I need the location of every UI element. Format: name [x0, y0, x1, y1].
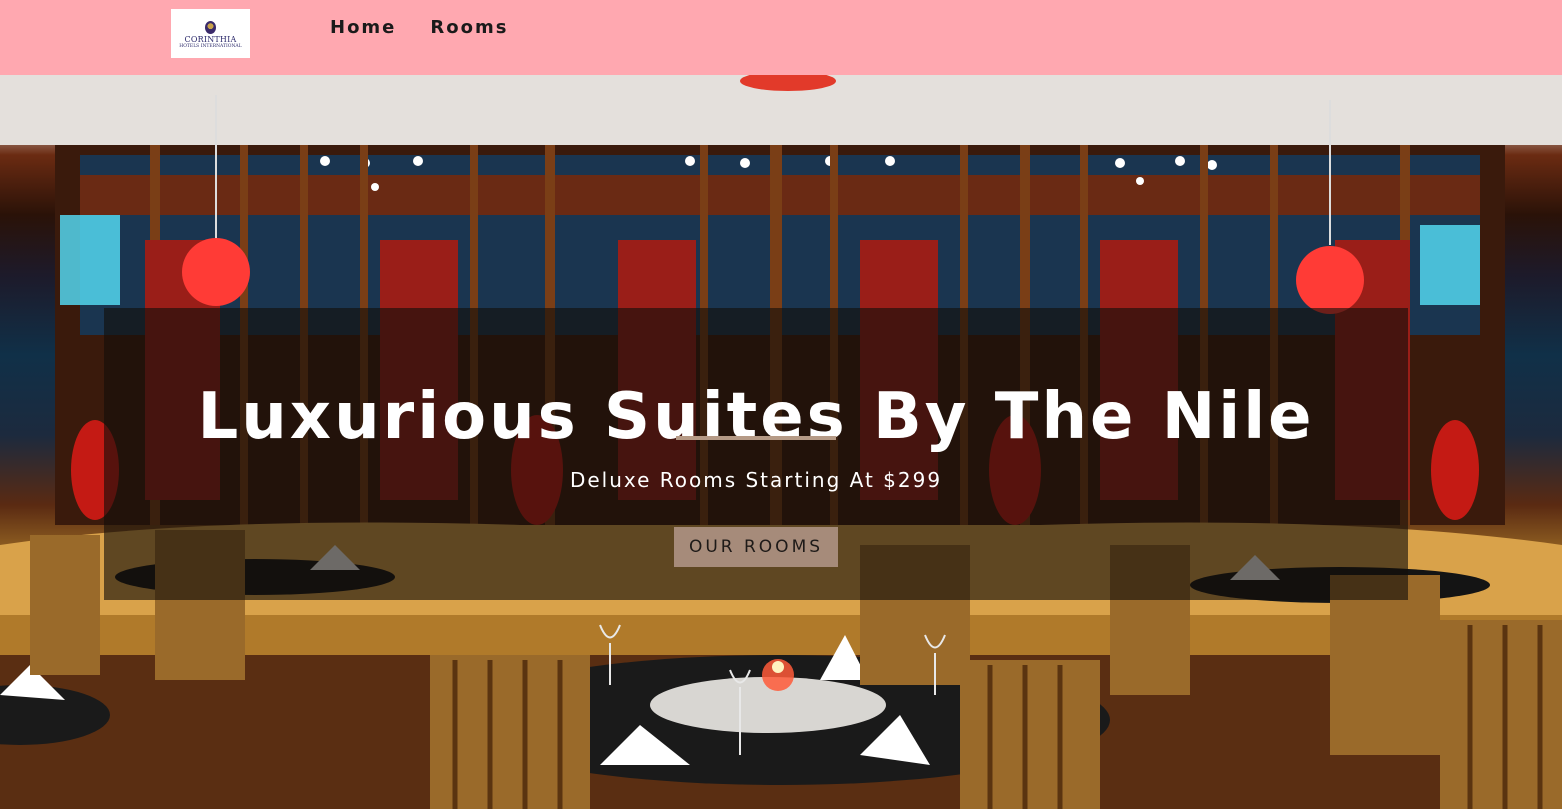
headline-divider [676, 436, 836, 440]
navbar: CORINTHIA HOTELS INTERNATIONAL Home Room… [0, 0, 1562, 75]
our-rooms-button[interactable]: OUR ROOMS [674, 527, 838, 567]
main-nav: Home Rooms [330, 17, 508, 38]
nav-link-home[interactable]: Home [330, 17, 396, 38]
hero-headline: Luxurious Suites By The Nile [197, 379, 1315, 454]
logo-subtitle: HOTELS INTERNATIONAL [179, 44, 242, 50]
corinthia-logo[interactable]: CORINTHIA HOTELS INTERNATIONAL [171, 9, 250, 58]
crest-icon [205, 21, 216, 35]
nav-link-rooms[interactable]: Rooms [430, 17, 508, 38]
hero-subheadline: Deluxe Rooms Starting At $299 [569, 468, 943, 492]
